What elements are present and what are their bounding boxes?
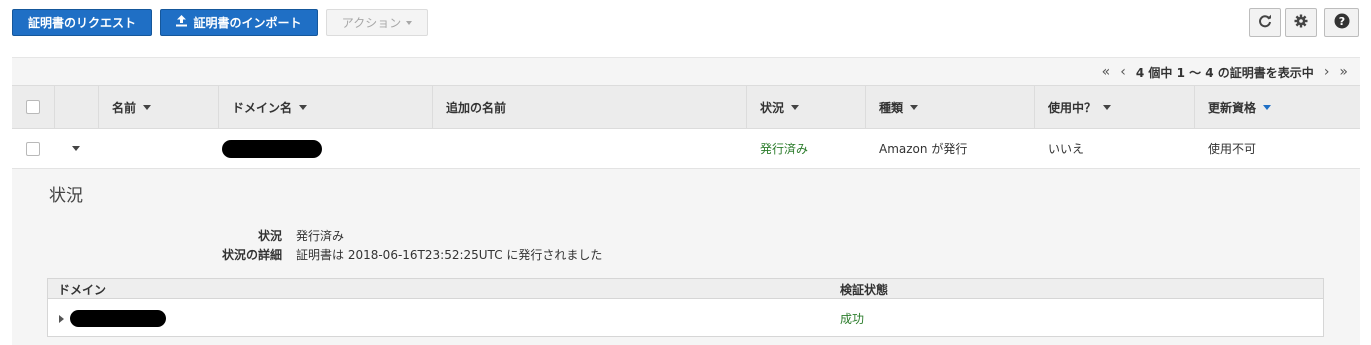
refresh-button[interactable] [1249, 8, 1281, 37]
help-button[interactable]: ? [1324, 8, 1359, 37]
prev-page-button[interactable]: ‹ [1120, 64, 1126, 80]
sort-caret-icon [1103, 104, 1112, 110]
column-status-label: 状況 [760, 100, 785, 115]
pagination-text: 4 個中 1 〜 4 の証明書を表示中 [1135, 65, 1314, 80]
status-label: 状況 [257, 229, 282, 243]
svg-text:?: ? [1338, 15, 1344, 28]
chevron-right-icon [59, 315, 64, 323]
actions-dropdown[interactable]: アクション [326, 9, 428, 36]
sort-caret-icon [910, 104, 919, 110]
sort-caret-icon [299, 104, 308, 110]
redacted-domain [222, 139, 322, 158]
status-detail-label: 状況の詳細 [221, 248, 282, 262]
column-in-use[interactable]: 使用中？ [1034, 86, 1194, 128]
column-name[interactable]: 名前 [98, 86, 218, 128]
expand-column-header [54, 86, 98, 128]
settings-button[interactable] [1285, 8, 1317, 37]
column-renewal[interactable]: 更新資格 [1194, 86, 1360, 128]
request-certificate-label: 証明書のリクエスト [27, 16, 136, 30]
sort-caret-icon [1263, 104, 1272, 110]
column-additional-label: 追加の名前 [446, 100, 507, 115]
column-type-label: 種類 [879, 100, 904, 115]
domain-validation-table: ドメイン 検証状態 成功 [47, 278, 1324, 337]
chevron-down-icon [406, 20, 413, 25]
column-type[interactable]: 種類 [865, 86, 1034, 128]
pagination: « ‹ 4 個中 1 〜 4 の証明書を表示中 › » [1102, 63, 1348, 81]
column-status[interactable]: 状況 [746, 86, 865, 128]
help-icon: ? [1334, 13, 1350, 32]
next-page-button[interactable]: › [1324, 64, 1330, 80]
toolbar: 証明書のリクエスト 証明書のインポート アクション ? [0, 0, 1371, 46]
row-select-cell [26, 129, 40, 168]
select-all-checkbox[interactable] [26, 100, 40, 114]
domain-table-header: ドメイン 検証状態 [48, 279, 1323, 299]
refresh-icon [1258, 14, 1272, 31]
domain-column-header: ドメイン [58, 283, 107, 297]
row-in-use: いいえ [1048, 142, 1085, 156]
row-renewal: 使用不可 [1208, 142, 1257, 156]
sort-caret-icon [143, 104, 152, 110]
import-certificate-label: 証明書のインポート [193, 16, 302, 30]
certificates-panel: « ‹ 4 個中 1 〜 4 の証明書を表示中 › » 名前 ドメイン名 追加の… [12, 57, 1360, 345]
import-certificate-button[interactable]: 証明書のインポート [160, 9, 318, 36]
domain-expand-toggle[interactable] [59, 312, 64, 326]
request-certificate-button[interactable]: 証明書のリクエスト [12, 9, 152, 36]
row-domain-cell [222, 129, 322, 168]
first-page-button[interactable]: « [1102, 64, 1111, 80]
column-domain[interactable]: ドメイン名 [218, 86, 432, 128]
actions-label: アクション [341, 16, 402, 30]
column-domain-label: ドメイン名 [232, 100, 293, 115]
upload-icon [176, 15, 188, 30]
table-row[interactable]: 発行済み Amazon が発行 いいえ 使用不可 [12, 129, 1360, 169]
column-renewal-label: 更新資格 [1208, 100, 1257, 115]
validation-status: 成功 [840, 312, 865, 326]
table-header: 名前 ドメイン名 追加の名前 状況 種類 使用中？ 更新資格 [12, 85, 1360, 129]
column-name-label: 名前 [112, 100, 137, 115]
column-additional-names[interactable]: 追加の名前 [432, 86, 746, 128]
validation-column-header: 検証状態 [840, 283, 889, 297]
select-all-cell [12, 86, 54, 128]
last-page-button[interactable]: » [1339, 64, 1348, 80]
row-expand-toggle[interactable] [72, 129, 80, 168]
row-type: Amazon が発行 [879, 142, 968, 156]
sort-caret-icon [791, 104, 800, 110]
detail-title: 状況 [49, 186, 83, 206]
row-checkbox[interactable] [26, 141, 40, 156]
chevron-down-icon [72, 146, 80, 151]
row-status: 発行済み [760, 142, 809, 156]
redacted-domain [70, 310, 166, 327]
status-detail-value: 証明書は 2018-06-16T23:52:25UTC に発行されました [296, 248, 603, 262]
column-in-use-label: 使用中？ [1048, 100, 1097, 115]
status-value: 発行済み [296, 229, 345, 243]
gear-icon [1294, 14, 1308, 31]
